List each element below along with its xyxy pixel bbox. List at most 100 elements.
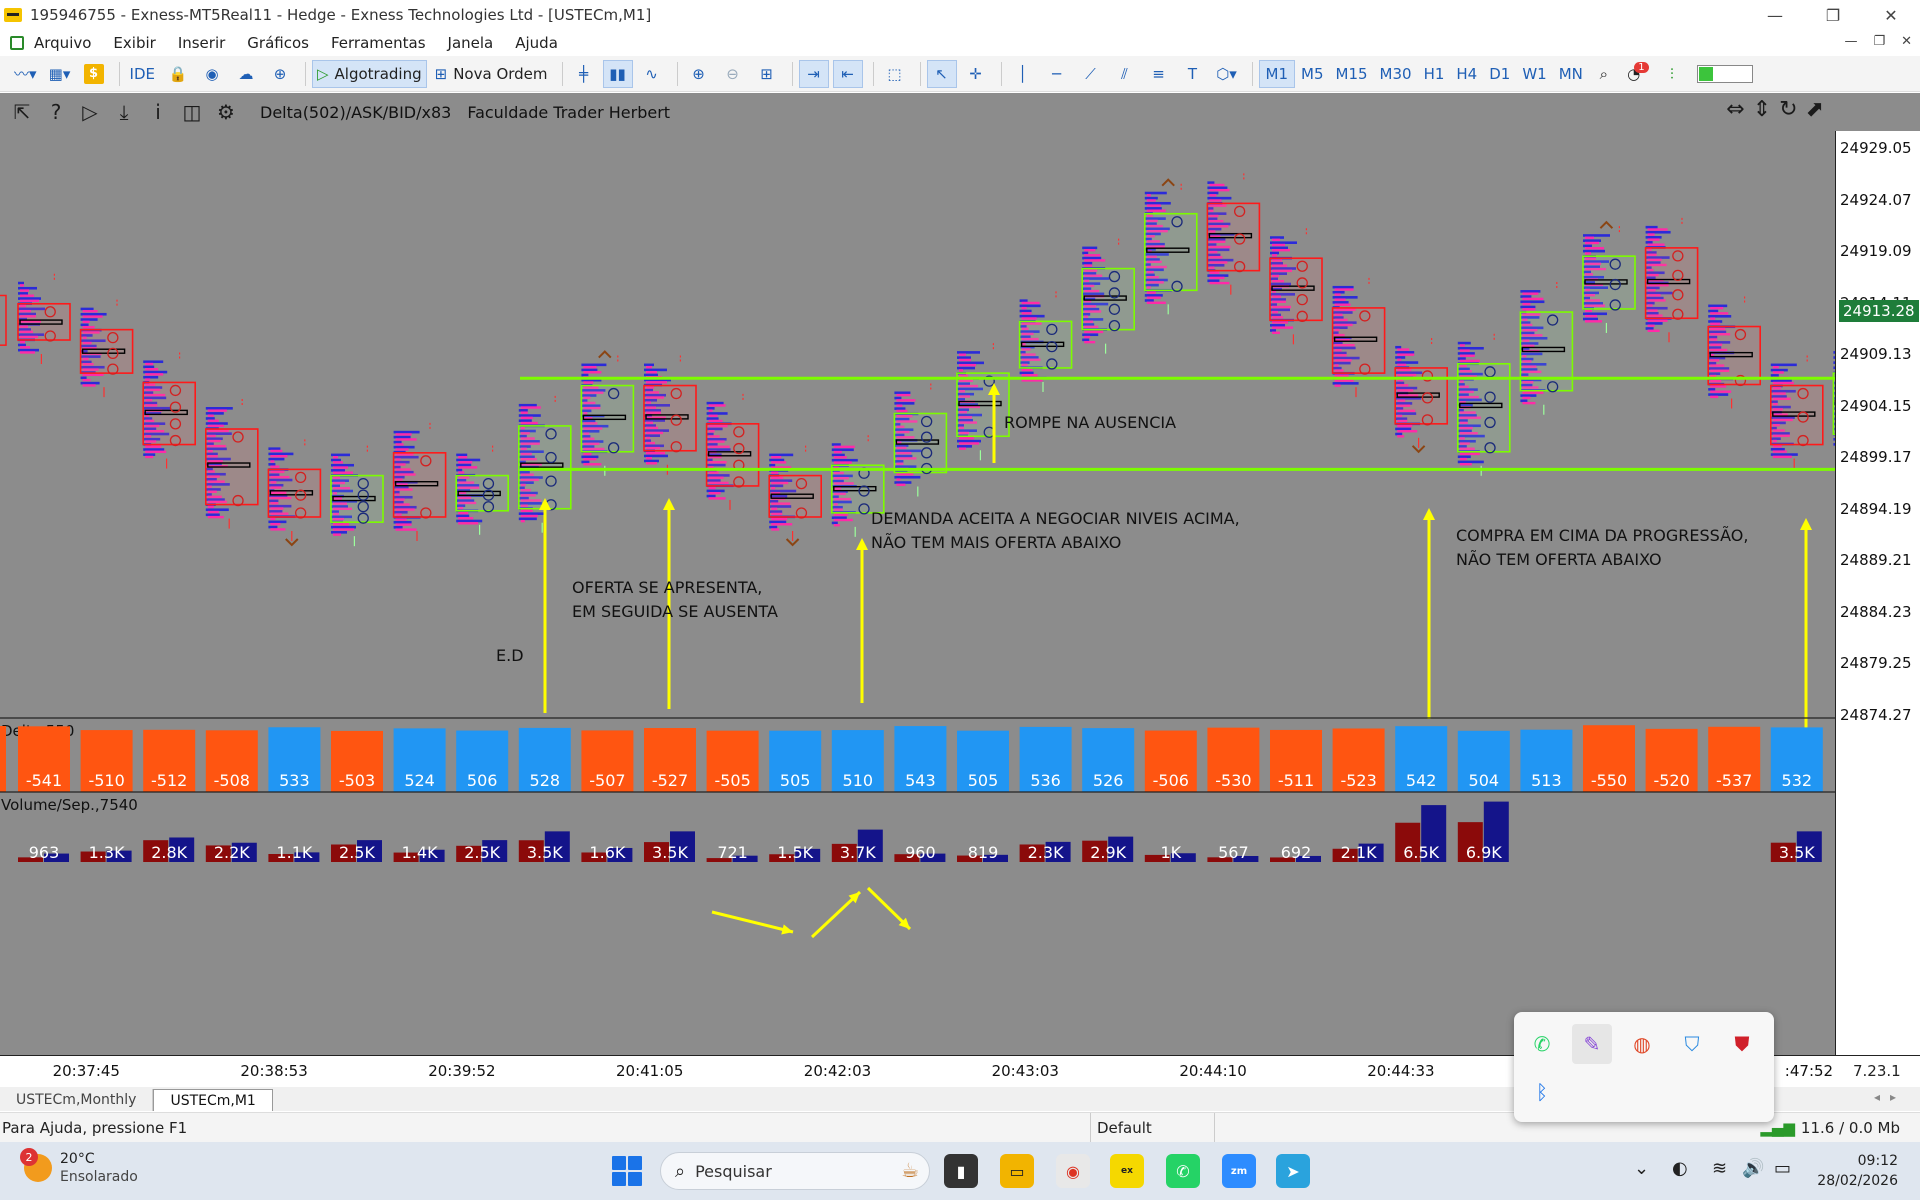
task-view-icon[interactable]: ▮ [944,1154,978,1188]
profile-ask-bar [1522,401,1536,405]
weather-widget[interactable]: 2 20°C Ensolarado [20,1148,138,1186]
taskbar-search[interactable]: ⌕ Pesquisar ☕ [660,1152,930,1190]
grid-icon[interactable]: ⊞ [752,60,782,88]
profile-name[interactable]: Default [1090,1113,1215,1143]
mdi-restore-button[interactable]: ❐ [1873,34,1885,49]
line-chart-icon[interactable]: 〰▾ [10,60,41,88]
wifi-icon[interactable]: ≋ [1712,1158,1727,1179]
price-axis[interactable]: 24929.0524924.0724919.0924914.1124909.13… [1835,131,1920,1069]
algotrading-button[interactable]: ▷ Algotrading [311,59,427,88]
signals-icon[interactable]: ◉ [197,60,227,88]
close-button[interactable]: ✕ [1862,0,1920,30]
whatsapp-taskbar-icon[interactable]: ✆ [1166,1154,1200,1188]
file-explorer-icon[interactable]: ▭ [1000,1154,1034,1188]
battery-icon[interactable]: ▭ [1774,1158,1791,1179]
timeframe-m5[interactable]: M5 [1295,60,1330,88]
timeframe-h1[interactable]: H1 [1418,60,1451,88]
money-icon[interactable]: $ [79,60,109,88]
delta-value-label: 524 [404,771,435,790]
zoom-out-icon[interactable]: ⊖ [718,60,748,88]
chart-cursor-icon[interactable]: ⇱ [8,98,36,126]
profile-ask-bar [520,509,533,513]
chart-window[interactable]: ROMPE NA AUSENCIA DEMANDA ACEITA A NEGOCI… [0,93,1920,1086]
crosshair-icon[interactable]: ✛ [961,60,991,88]
timeframe-mn[interactable]: MN [1553,60,1589,88]
window-controls: — ❐ ✕ [1746,0,1920,30]
fibonacci-icon[interactable]: ≡ [1144,60,1174,88]
tab-ustecm-m1[interactable]: USTECm,M1 [153,1089,273,1111]
menu-arquivo[interactable]: Arquivo [34,34,91,52]
defender-icon[interactable]: ⛉ [1672,1024,1712,1064]
download-icon[interactable]: ⤓ [110,98,138,126]
trendline-icon[interactable]: ⟋ [1076,60,1106,88]
expand-horizontal-icon[interactable]: ⇔ [1726,97,1744,122]
restore-button[interactable]: ❐ [1804,0,1862,30]
expand-vertical-icon[interactable]: ⇕ [1753,97,1771,122]
help-icon[interactable]: ? [42,98,70,126]
autoscroll-icon[interactable]: ⇥ [798,59,829,88]
mdi-close-button[interactable]: ✕ [1901,34,1912,49]
tab-ustecm-monthly[interactable]: USTECm,Monthly [0,1089,154,1111]
start-button[interactable] [612,1156,642,1186]
text-icon[interactable]: T [1178,60,1208,88]
zoom-in-icon[interactable]: ⊕ [684,60,714,88]
whatsapp-icon[interactable]: ✆ [1522,1024,1562,1064]
info-icon[interactable]: i [144,98,172,126]
chrome-taskbar-icon[interactable]: ◉ [1056,1154,1090,1188]
pen-icon[interactable]: ✎ [1572,1024,1612,1064]
profile-ask-bar [1585,247,1604,250]
menu-exibir[interactable]: Exibir [113,34,155,52]
cloud-icon[interactable]: ☁ [231,60,261,88]
candlestick-icon[interactable]: ▮▮ [602,59,633,88]
horizontal-line-icon[interactable]: ─ [1042,60,1072,88]
cursor-icon[interactable]: ↖ [926,59,957,88]
chart-template-icon[interactable]: ▦▾ [45,60,75,88]
volume-icon[interactable]: 🔊 [1742,1158,1764,1179]
ide-button[interactable]: IDE [126,60,159,88]
menu-ajuda[interactable]: Ajuda [515,34,558,52]
clock[interactable]: 09:12 28/02/2026 [1817,1151,1898,1191]
menu-app-icon[interactable] [10,36,24,50]
new-order-button[interactable]: ⊞ Nova Ordem [431,60,552,88]
vertical-line-icon[interactable]: │ [1008,60,1038,88]
bluetooth-icon[interactable]: ᛒ [1522,1072,1562,1112]
settings-icon[interactable]: ⚙ [212,98,240,126]
market-icon[interactable]: 🔒 [163,60,193,88]
tab-scroll-arrows[interactable]: ◂▸ [1874,1090,1906,1104]
chart-shift-icon[interactable]: ⇤ [832,59,863,88]
exness-taskbar-icon[interactable]: ex [1110,1154,1144,1188]
refresh-icon[interactable]: ↻ [1779,97,1797,122]
channel-icon[interactable]: ⫽ [1110,60,1140,88]
timeframe-m1[interactable]: M1 [1258,59,1296,88]
shapes-icon[interactable]: ⬡▾ [1212,60,1242,88]
menu-janela[interactable]: Janela [448,34,494,52]
chart-type-icon[interactable]: ◫ [178,98,206,126]
mdi-minimize-button[interactable]: — [1844,34,1857,49]
vps-icon[interactable]: ⊕ [265,60,295,88]
chevron-up-icon[interactable]: ⌄ [1634,1158,1649,1179]
timeframe-m15[interactable]: M15 [1330,60,1374,88]
menu-graficos[interactable]: Gráficos [247,34,309,52]
search-icon[interactable]: ⌕ [1589,60,1619,88]
telegram-taskbar-icon[interactable]: ➤ [1276,1154,1310,1188]
timeframe-m30[interactable]: M30 [1374,60,1418,88]
line-icon[interactable]: ∿ [637,60,667,88]
profile-bid-bar [831,443,841,446]
chart-canvas[interactable]: ROMPE NA AUSENCIA DEMANDA ACEITA A NEGOCI… [0,93,1835,1055]
diagonal-arrow-icon[interactable]: ⬈ [1806,97,1824,122]
screenshot-icon[interactable]: ⬚ [880,60,910,88]
timeframe-d1[interactable]: D1 [1483,60,1516,88]
bar-chart-icon[interactable]: ╪ [569,60,599,88]
mcafee-icon[interactable]: ⛊ [1722,1024,1762,1064]
minimize-button[interactable]: — [1746,0,1804,30]
chrome-icon[interactable]: ◍ [1622,1024,1662,1064]
play-icon[interactable]: ▷ [76,98,104,126]
vpn-icon[interactable]: ◐ [1672,1158,1688,1179]
notifications-icon[interactable]: ◔ 1 [1623,60,1653,88]
timeframe-h4[interactable]: H4 [1450,60,1483,88]
menu-inserir[interactable]: Inserir [178,34,225,52]
zoom-taskbar-icon[interactable]: zm [1222,1154,1256,1188]
timeframe-w1[interactable]: W1 [1516,60,1552,88]
menu-ferramentas[interactable]: Ferramentas [331,34,426,52]
search-placeholder: Pesquisar [695,1161,772,1181]
